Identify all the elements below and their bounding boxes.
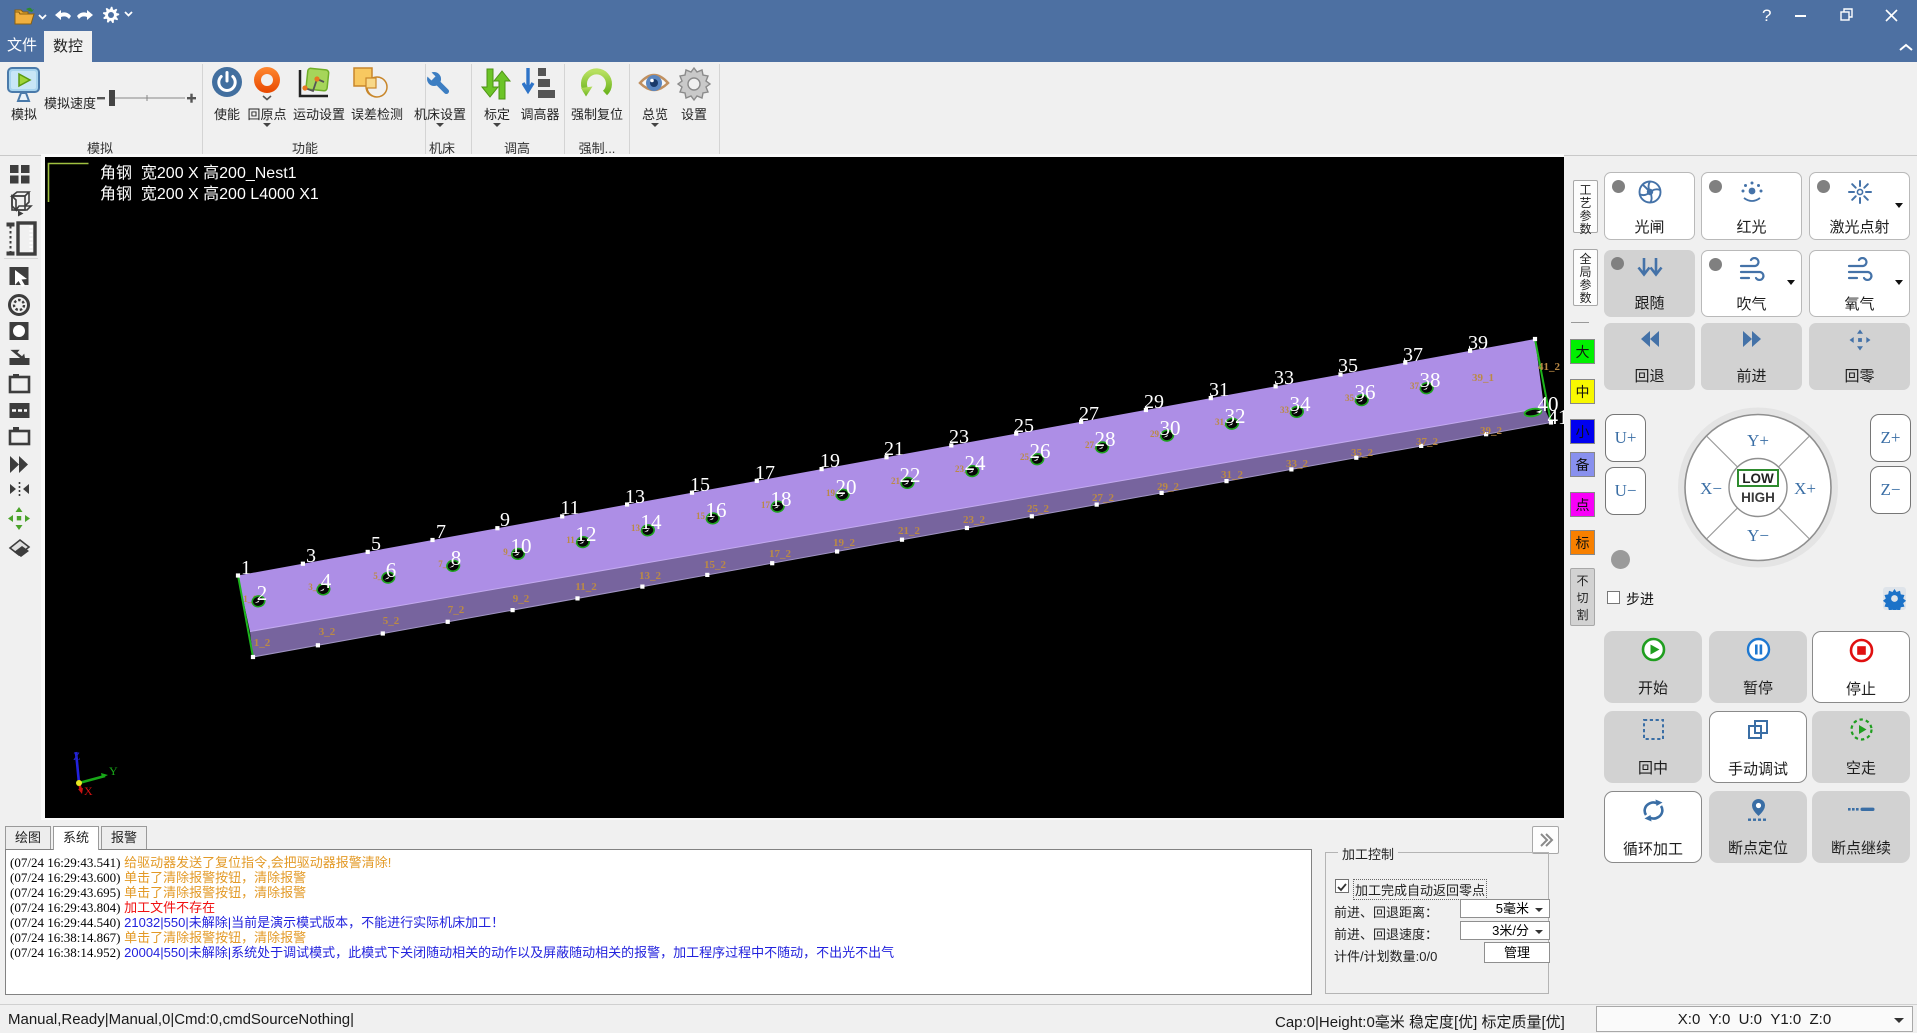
svg-text:23_2: 23_2 bbox=[963, 514, 986, 526]
svg-text:5_2: 5_2 bbox=[383, 615, 400, 627]
svg-text:33: 33 bbox=[1274, 367, 1294, 389]
svg-text:24: 24 bbox=[965, 451, 987, 475]
svg-text:35: 35 bbox=[1338, 355, 1358, 377]
svg-text:21_2: 21_2 bbox=[898, 525, 921, 537]
svg-text:28: 28 bbox=[1095, 427, 1116, 451]
svg-text:?: ? bbox=[1762, 6, 1771, 25]
svg-text:11_2: 11_2 bbox=[575, 581, 597, 593]
svg-text:19_2: 19_2 bbox=[833, 537, 856, 549]
svg-text:7_2: 7_2 bbox=[448, 604, 465, 616]
svg-text:35_2: 35_2 bbox=[1351, 447, 1374, 459]
svg-text:21: 21 bbox=[884, 438, 904, 460]
svg-text:4: 4 bbox=[321, 569, 332, 593]
svg-text:32: 32 bbox=[1225, 404, 1246, 428]
svg-text:6: 6 bbox=[386, 558, 397, 582]
svg-text:8: 8 bbox=[451, 546, 462, 570]
svg-text:2: 2 bbox=[257, 581, 268, 605]
svg-text:9: 9 bbox=[500, 509, 510, 531]
svg-text:34: 34 bbox=[1290, 392, 1312, 416]
svg-text:38: 38 bbox=[1420, 368, 1441, 392]
svg-text:Y−: Y− bbox=[1747, 526, 1769, 545]
svg-text:HIGH: HIGH bbox=[1741, 490, 1775, 505]
svg-text:18: 18 bbox=[771, 487, 792, 511]
svg-text:13: 13 bbox=[625, 486, 645, 508]
svg-text:17_2: 17_2 bbox=[769, 548, 792, 560]
svg-text:X−: X− bbox=[1700, 479, 1722, 498]
svg-text:26: 26 bbox=[1030, 439, 1051, 463]
svg-text:29: 29 bbox=[1144, 391, 1164, 413]
svg-text:39_1: 39_1 bbox=[1472, 372, 1494, 384]
svg-text:Y: Y bbox=[109, 764, 118, 778]
svg-text:27_2: 27_2 bbox=[1092, 492, 1115, 504]
svg-text:31_2: 31_2 bbox=[1221, 469, 1244, 481]
svg-text:9_2: 9_2 bbox=[513, 593, 530, 605]
svg-text:3_2: 3_2 bbox=[319, 626, 336, 638]
svg-text:7: 7 bbox=[436, 521, 446, 543]
svg-text:33_2: 33_2 bbox=[1286, 458, 1309, 470]
svg-text:LOW: LOW bbox=[1742, 471, 1774, 486]
svg-text:41_2: 41_2 bbox=[1538, 361, 1561, 373]
svg-text:Y+: Y+ bbox=[1747, 431, 1769, 450]
svg-text:14: 14 bbox=[641, 510, 663, 534]
svg-text:12: 12 bbox=[576, 522, 597, 546]
svg-text:23: 23 bbox=[949, 426, 969, 448]
svg-text:19: 19 bbox=[820, 450, 840, 472]
svg-text:31: 31 bbox=[1209, 379, 1229, 401]
svg-text:11: 11 bbox=[560, 497, 579, 519]
svg-text:41: 41 bbox=[1548, 405, 1565, 429]
svg-text:角钢 宽200 X 高200 L4000 X1: 角钢 宽200 X 高200 L4000 X1 bbox=[100, 185, 319, 203]
svg-text:22: 22 bbox=[900, 463, 921, 487]
svg-text:X+: X+ bbox=[1794, 479, 1816, 498]
svg-text:25_2: 25_2 bbox=[1027, 503, 1050, 515]
svg-text:17: 17 bbox=[755, 462, 775, 484]
svg-text:29_2: 29_2 bbox=[1157, 481, 1180, 493]
svg-text:16: 16 bbox=[706, 498, 727, 522]
svg-text:39_2: 39_2 bbox=[1480, 425, 1503, 437]
svg-text:5: 5 bbox=[371, 533, 381, 555]
svg-text:3: 3 bbox=[306, 545, 316, 567]
svg-text:25: 25 bbox=[1014, 415, 1034, 437]
svg-text:10: 10 bbox=[511, 534, 532, 558]
svg-text:20: 20 bbox=[836, 475, 857, 499]
svg-text:13_2: 13_2 bbox=[639, 570, 662, 582]
svg-text:27: 27 bbox=[1079, 403, 1099, 425]
svg-text:1_2: 1_2 bbox=[254, 637, 271, 649]
svg-text:15_2: 15_2 bbox=[704, 559, 727, 571]
svg-text:15: 15 bbox=[690, 474, 710, 496]
svg-text:30: 30 bbox=[1160, 416, 1181, 440]
svg-text:X: X bbox=[84, 784, 93, 798]
svg-text:角钢 宽200 X 高200_Nest1: 角钢 宽200 X 高200_Nest1 bbox=[100, 164, 297, 182]
svg-text:37_2: 37_2 bbox=[1416, 436, 1439, 448]
svg-text:39: 39 bbox=[1468, 332, 1488, 354]
svg-text:37: 37 bbox=[1403, 344, 1423, 366]
svg-text:1: 1 bbox=[241, 557, 251, 579]
svg-text:36: 36 bbox=[1355, 380, 1376, 404]
svg-text:Z: Z bbox=[73, 749, 80, 763]
